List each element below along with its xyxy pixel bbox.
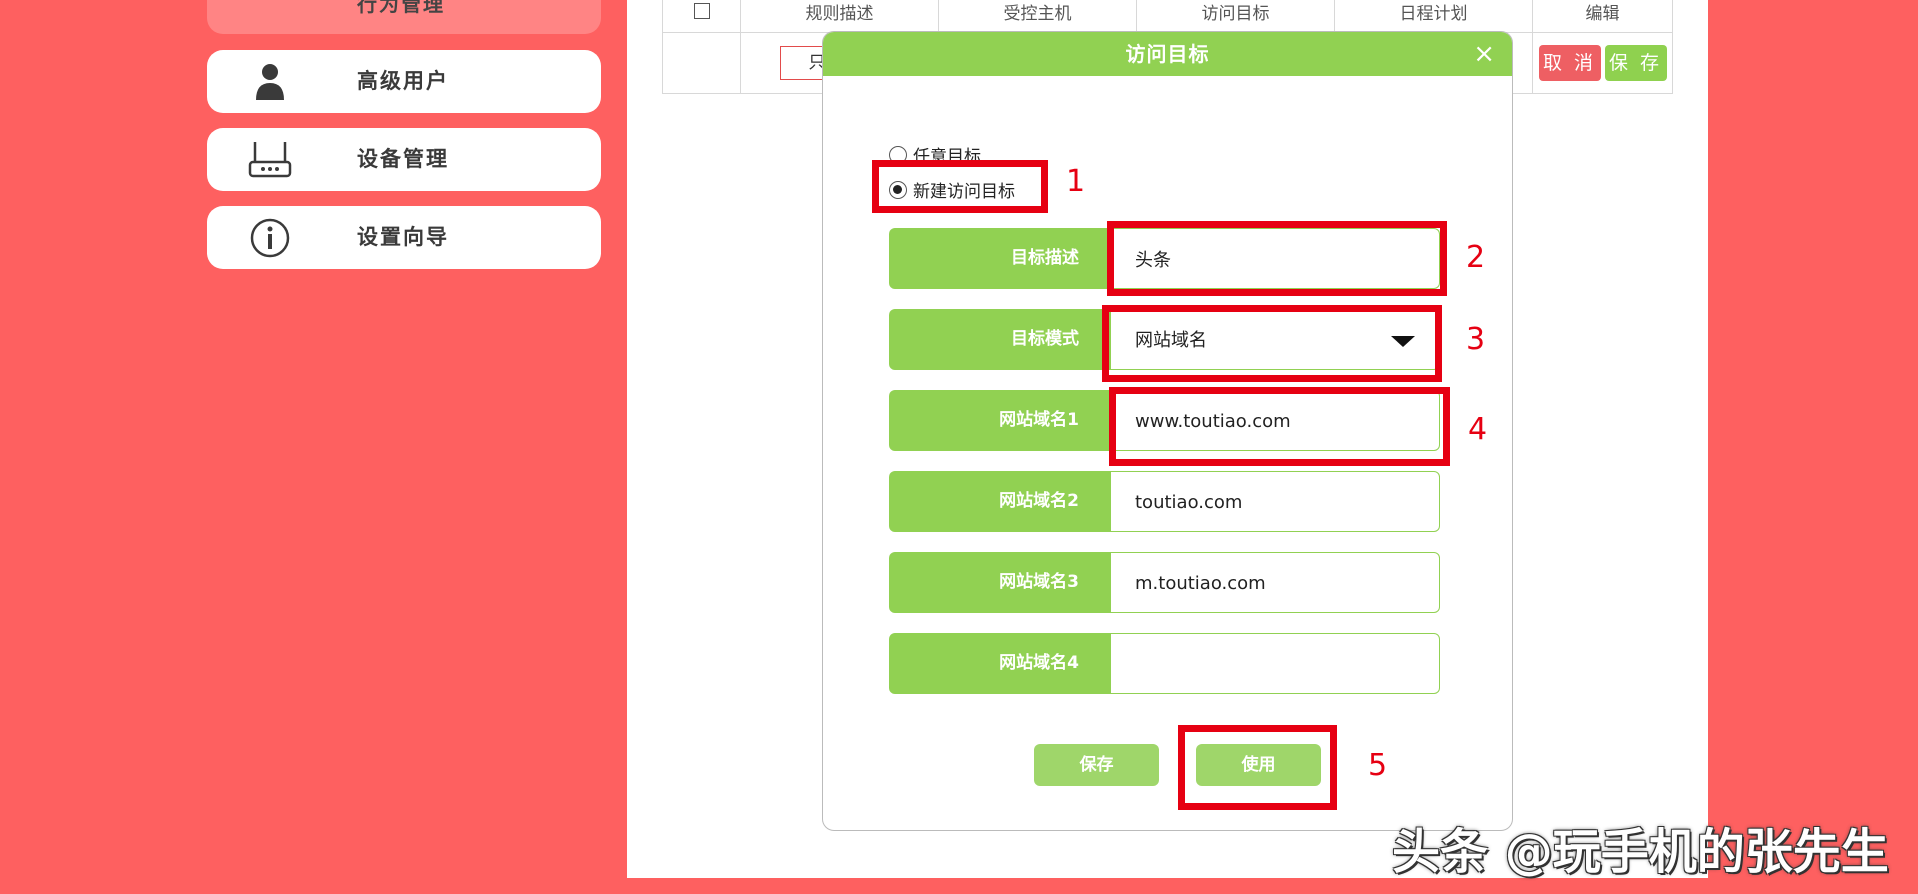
watermark: 头条 @玩手机的张先生 xyxy=(1392,824,1889,880)
sidebar-item-setup-wizard[interactable]: 设置向导 xyxy=(207,206,601,269)
select-all-checkbox[interactable] xyxy=(693,3,710,19)
domain-4-input[interactable] xyxy=(1135,644,1415,684)
table-header-row: 规则描述 受控主机 访问目标 日程计划 编辑 xyxy=(662,0,1673,33)
sidebar-item-label: 高级用户 xyxy=(357,69,449,93)
field-label: 网站域名1 xyxy=(889,390,1113,451)
table-header: 访问目标 xyxy=(1136,0,1335,33)
table-header: 编辑 xyxy=(1532,0,1673,33)
sidebar-item-label: 设置向导 xyxy=(357,225,449,249)
field-label: 目标模式 xyxy=(889,309,1113,370)
table-header: 日程计划 xyxy=(1334,0,1533,33)
table-header: 受控主机 xyxy=(938,0,1137,33)
sidebar-item-advanced-users[interactable]: 高级用户 xyxy=(207,50,601,113)
field-label: 目标描述 xyxy=(889,228,1113,289)
router-icon xyxy=(248,142,292,178)
field-domain-3: 网站域名3 xyxy=(889,552,1440,613)
annotation-number-2: 2 xyxy=(1466,240,1486,275)
field-label: 网站域名3 xyxy=(889,552,1113,613)
select-all-cell[interactable] xyxy=(662,0,741,33)
dialog-header: 访问目标 × xyxy=(823,32,1512,76)
annotation-box-5 xyxy=(1178,725,1337,810)
sidebar-item-label: 行为管理 xyxy=(357,0,445,16)
annotation-number-3: 3 xyxy=(1466,322,1486,357)
annotation-number-5: 5 xyxy=(1368,748,1388,783)
dialog-save-button[interactable]: 保存 xyxy=(1034,744,1159,786)
annotation-box-4 xyxy=(1109,387,1450,466)
sidebar-item-device-management[interactable]: 设备管理 xyxy=(207,128,601,191)
sidebar-item-label: 设备管理 xyxy=(357,147,449,171)
annotation-box-1 xyxy=(872,160,1048,213)
domain-2-input[interactable] xyxy=(1135,482,1415,522)
annotation-box-2 xyxy=(1107,221,1447,296)
annotation-number-4: 4 xyxy=(1468,412,1488,447)
cancel-button[interactable]: 取 消 xyxy=(1538,45,1601,81)
sidebar-item-behavior-management[interactable]: 行为管理 xyxy=(207,0,601,34)
annotation-box-3 xyxy=(1102,305,1442,382)
field-label: 网站域名4 xyxy=(889,633,1113,694)
dialog-title: 访问目标 xyxy=(1125,42,1210,66)
table-header: 规则描述 xyxy=(740,0,939,33)
field-label: 网站域名2 xyxy=(889,471,1113,532)
field-domain-4: 网站域名4 xyxy=(889,633,1440,694)
close-icon[interactable]: × xyxy=(1473,32,1496,76)
info-icon xyxy=(250,218,290,258)
field-domain-2: 网站域名2 xyxy=(889,471,1440,532)
domain-3-input[interactable] xyxy=(1135,563,1415,603)
annotation-number-1: 1 xyxy=(1066,164,1086,199)
save-button[interactable]: 保 存 xyxy=(1604,45,1667,81)
user-icon xyxy=(256,64,284,100)
